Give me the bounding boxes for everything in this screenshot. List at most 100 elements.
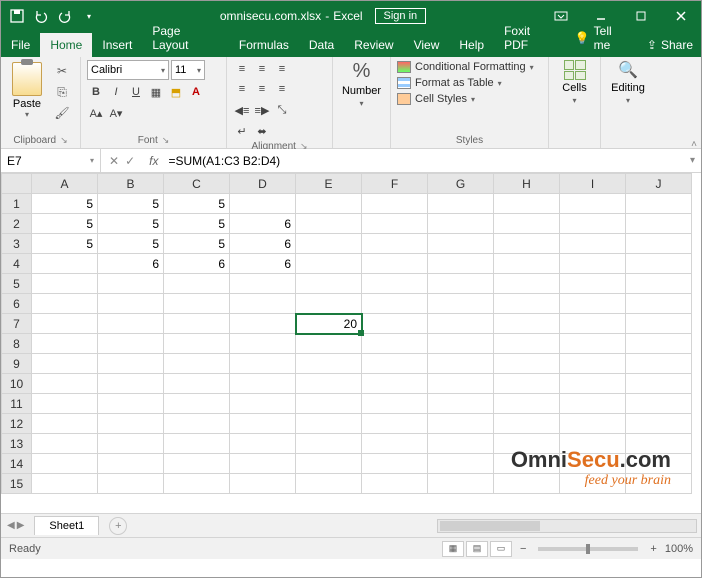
- cell-D12[interactable]: [230, 414, 296, 434]
- cell-A5[interactable]: [32, 274, 98, 294]
- column-header-F[interactable]: F: [362, 174, 428, 194]
- cell-B9[interactable]: [98, 354, 164, 374]
- cell-A10[interactable]: [32, 374, 98, 394]
- cell-F1[interactable]: [362, 194, 428, 214]
- row-header-13[interactable]: 13: [2, 434, 32, 454]
- cell-D14[interactable]: [230, 454, 296, 474]
- fill-color-button[interactable]: ⬒: [167, 83, 185, 101]
- column-header-C[interactable]: C: [164, 174, 230, 194]
- cell-H11[interactable]: [494, 394, 560, 414]
- cell-C4[interactable]: 6: [164, 254, 230, 274]
- cell-A4[interactable]: [32, 254, 98, 274]
- cell-E7[interactable]: 20: [296, 314, 362, 334]
- cell-D6[interactable]: [230, 294, 296, 314]
- cell-C15[interactable]: [164, 474, 230, 494]
- cell-C8[interactable]: [164, 334, 230, 354]
- cell-F15[interactable]: [362, 474, 428, 494]
- conditional-formatting-button[interactable]: Conditional Formatting▾: [397, 60, 534, 74]
- cell-F7[interactable]: [362, 314, 428, 334]
- cell-D1[interactable]: [230, 194, 296, 214]
- cell-A15[interactable]: [32, 474, 98, 494]
- cell-D13[interactable]: [230, 434, 296, 454]
- cell-E5[interactable]: [296, 274, 362, 294]
- cell-A7[interactable]: [32, 314, 98, 334]
- share-button[interactable]: ⇪Share: [639, 33, 701, 57]
- cell-G4[interactable]: [428, 254, 494, 274]
- cell-H1[interactable]: [494, 194, 560, 214]
- cell-G15[interactable]: [428, 474, 494, 494]
- cell-G1[interactable]: [428, 194, 494, 214]
- close-icon[interactable]: [661, 1, 701, 31]
- tab-page-layout[interactable]: Page Layout: [142, 19, 228, 57]
- page-layout-view-icon[interactable]: ▤: [466, 541, 488, 557]
- cell-G6[interactable]: [428, 294, 494, 314]
- tab-insert[interactable]: Insert: [92, 33, 142, 57]
- sheet-nav-prev-icon[interactable]: ◀: [7, 520, 15, 531]
- copy-icon[interactable]: ⎘: [51, 83, 73, 101]
- cell-G14[interactable]: [428, 454, 494, 474]
- row-header-11[interactable]: 11: [2, 394, 32, 414]
- column-header-H[interactable]: H: [494, 174, 560, 194]
- cell-J11[interactable]: [626, 394, 692, 414]
- formula-input[interactable]: [164, 149, 684, 172]
- cell-F3[interactable]: [362, 234, 428, 254]
- cell-E12[interactable]: [296, 414, 362, 434]
- cell-D10[interactable]: [230, 374, 296, 394]
- sheet-tab-sheet1[interactable]: Sheet1: [34, 516, 99, 535]
- cell-H10[interactable]: [494, 374, 560, 394]
- align-top-icon[interactable]: ≡: [233, 60, 251, 78]
- cell-C13[interactable]: [164, 434, 230, 454]
- tab-help[interactable]: Help: [449, 33, 494, 57]
- cell-I2[interactable]: [560, 214, 626, 234]
- cell-B8[interactable]: [98, 334, 164, 354]
- cell-G8[interactable]: [428, 334, 494, 354]
- cell-I8[interactable]: [560, 334, 626, 354]
- row-header-8[interactable]: 8: [2, 334, 32, 354]
- cell-I4[interactable]: [560, 254, 626, 274]
- cell-D5[interactable]: [230, 274, 296, 294]
- zoom-out-button[interactable]: −: [520, 543, 526, 555]
- cell-B12[interactable]: [98, 414, 164, 434]
- cell-E13[interactable]: [296, 434, 362, 454]
- cell-G9[interactable]: [428, 354, 494, 374]
- cell-H4[interactable]: [494, 254, 560, 274]
- cell-A1[interactable]: 5: [32, 194, 98, 214]
- cell-G3[interactable]: [428, 234, 494, 254]
- cell-F9[interactable]: [362, 354, 428, 374]
- cell-C3[interactable]: 5: [164, 234, 230, 254]
- cell-C11[interactable]: [164, 394, 230, 414]
- cell-A14[interactable]: [32, 454, 98, 474]
- redo-icon[interactable]: [55, 6, 75, 26]
- tab-view[interactable]: View: [404, 33, 450, 57]
- save-icon[interactable]: [7, 6, 27, 26]
- align-right-icon[interactable]: ≡: [273, 80, 291, 98]
- column-header-D[interactable]: D: [230, 174, 296, 194]
- cell-B4[interactable]: 6: [98, 254, 164, 274]
- horizontal-scrollbar[interactable]: [437, 519, 697, 533]
- cell-I3[interactable]: [560, 234, 626, 254]
- row-header-7[interactable]: 7: [2, 314, 32, 334]
- format-painter-icon[interactable]: 🖌: [51, 104, 73, 122]
- cell-E11[interactable]: [296, 394, 362, 414]
- row-header-5[interactable]: 5: [2, 274, 32, 294]
- increase-font-icon[interactable]: A▴: [87, 104, 105, 122]
- cell-H8[interactable]: [494, 334, 560, 354]
- decrease-font-icon[interactable]: A▾: [107, 104, 125, 122]
- font-name-combo[interactable]: Calibri▾: [87, 60, 169, 80]
- cell-F6[interactable]: [362, 294, 428, 314]
- cell-F12[interactable]: [362, 414, 428, 434]
- cell-B5[interactable]: [98, 274, 164, 294]
- zoom-in-button[interactable]: +: [650, 543, 656, 555]
- cells-dropdown-icon[interactable]: ▾: [572, 96, 576, 105]
- column-header-E[interactable]: E: [296, 174, 362, 194]
- name-box[interactable]: E7▾: [1, 149, 101, 172]
- sign-in-button[interactable]: Sign in: [375, 8, 427, 24]
- row-header-12[interactable]: 12: [2, 414, 32, 434]
- align-bottom-icon[interactable]: ≡: [273, 60, 291, 78]
- cell-C10[interactable]: [164, 374, 230, 394]
- tell-me-button[interactable]: 💡Tell me: [567, 19, 639, 57]
- cell-B3[interactable]: 5: [98, 234, 164, 254]
- cell-B15[interactable]: [98, 474, 164, 494]
- cell-J4[interactable]: [626, 254, 692, 274]
- zoom-slider[interactable]: [538, 547, 638, 551]
